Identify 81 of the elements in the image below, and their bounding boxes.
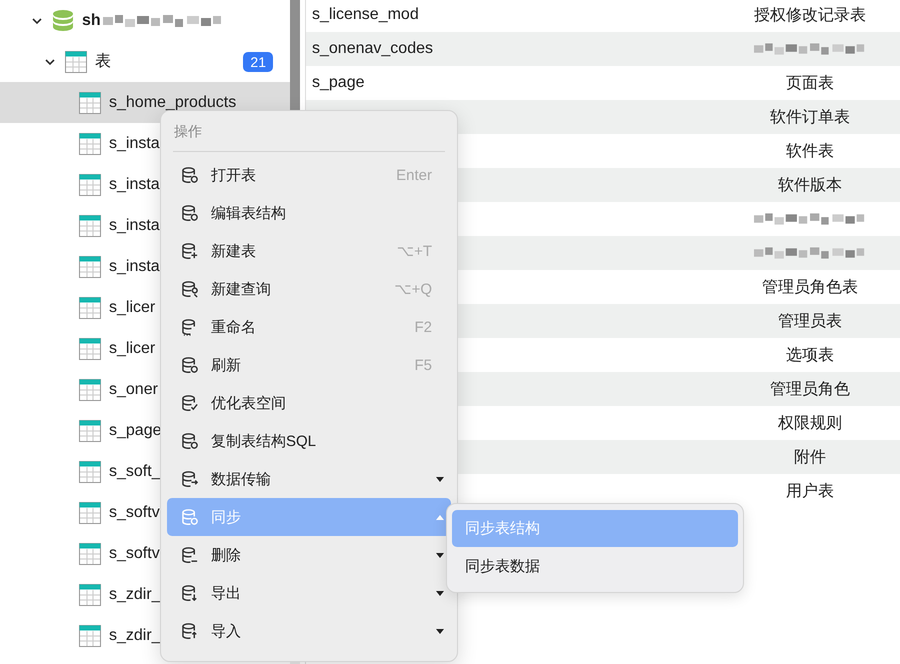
- menu-item[interactable]: 重命名 F2: [167, 308, 451, 346]
- table-cell-text: 软件版本: [778, 176, 842, 196]
- table-cell-text: 页面表: [786, 74, 834, 94]
- table-name: s_insta: [109, 176, 160, 194]
- menu-item[interactable]: 删除: [167, 536, 451, 574]
- table-icon: [79, 460, 101, 482]
- database-icon: [182, 622, 199, 640]
- menu-item[interactable]: 新建表 ⌥+T: [167, 232, 451, 270]
- table-cell-text: 权限规则: [778, 414, 842, 434]
- table-name: s_licer: [109, 298, 156, 316]
- menu-item[interactable]: 编辑表结构: [167, 194, 451, 232]
- table-cell-text: s_onenav_codes: [311, 40, 434, 58]
- table-cell-text: 软件表: [786, 142, 834, 162]
- menu-item[interactable]: 新建查询 ⌥+Q: [167, 270, 451, 308]
- count-badge: 21: [243, 52, 273, 72]
- tables-group-item[interactable]: 表 21: [0, 41, 290, 82]
- table-icon: [79, 214, 101, 236]
- database-icon: [182, 584, 199, 602]
- table-icon: [79, 256, 101, 278]
- table-name: s_insta: [109, 216, 160, 234]
- table-cell-text: 管理员表: [778, 312, 842, 332]
- database-icon: [182, 546, 199, 564]
- database-item[interactable]: sh: [0, 0, 290, 41]
- database-icon: [52, 8, 74, 32]
- table-icon: [79, 92, 101, 114]
- table-icon: [79, 296, 101, 318]
- database-icon: [182, 280, 199, 298]
- table-cell-text: 管理员角色表: [762, 278, 858, 298]
- shortcut-label: ⌥+T: [396, 242, 432, 260]
- table-name: s_oner: [109, 380, 158, 398]
- table-icon: [79, 624, 101, 646]
- menu-item[interactable]: 导入: [167, 612, 451, 650]
- table-icon: [79, 174, 101, 196]
- table-name: s_home_products: [109, 94, 236, 112]
- table-name: s_softv: [109, 504, 160, 522]
- table-name: s_softv: [109, 544, 160, 562]
- menu-item[interactable]: 优化表空间: [167, 384, 451, 422]
- table-cell-text: 附件: [794, 448, 826, 468]
- table-name: s_insta: [109, 134, 160, 152]
- table-icon: [79, 132, 101, 154]
- database-icon: [182, 394, 199, 412]
- database-icon: [182, 508, 199, 526]
- shortcut-label: Enter: [396, 166, 432, 184]
- table-cell-text: 管理员角色: [770, 380, 850, 400]
- group-label: 表: [95, 52, 112, 72]
- table-cell-text: s_license_mod: [311, 6, 420, 24]
- table-icon: [79, 420, 101, 442]
- table-name: s_zdir_: [109, 626, 161, 644]
- database-icon: [182, 470, 199, 488]
- table-name: s_soft_: [109, 462, 161, 480]
- table-icon: [79, 378, 101, 400]
- table-name: s_insta: [109, 258, 160, 276]
- table-cell-text: s_page: [311, 74, 366, 92]
- database-icon: [182, 166, 199, 184]
- database-icon: [182, 204, 199, 222]
- table-cell-text: 授权修改记录表: [754, 6, 866, 26]
- menu-item[interactable]: 导出: [167, 574, 451, 612]
- menu-item[interactable]: 同步表数据: [452, 548, 738, 585]
- database-name: sh: [82, 12, 101, 30]
- database-icon: [182, 432, 199, 450]
- shortcut-label: ⌥+Q: [394, 280, 432, 298]
- table-icon: [65, 50, 87, 72]
- menu-item[interactable]: 复制表结构SQL: [167, 422, 451, 460]
- menu-item[interactable]: 打开表 Enter: [167, 156, 451, 194]
- database-icon: [182, 242, 199, 260]
- table-icon: [79, 502, 101, 524]
- menu-item[interactable]: 刷新 F5: [167, 346, 451, 384]
- database-icon: [182, 356, 199, 374]
- table-cell-text: 软件订单表: [770, 108, 850, 128]
- shortcut-label: F5: [414, 356, 432, 374]
- table-name: s_zdir_: [109, 586, 161, 604]
- table-cell-text: 选项表: [786, 346, 834, 366]
- table-icon: [79, 542, 101, 564]
- shortcut-label: F2: [414, 318, 432, 336]
- table-name: s_licer: [109, 340, 156, 358]
- menu-item[interactable]: 数据传输: [167, 460, 451, 498]
- table-icon: [79, 338, 101, 360]
- menu-title: 操作: [173, 122, 203, 141]
- table-cell-text: 用户表: [786, 482, 834, 502]
- table-name: s_page: [109, 422, 162, 440]
- table-icon: [79, 584, 101, 606]
